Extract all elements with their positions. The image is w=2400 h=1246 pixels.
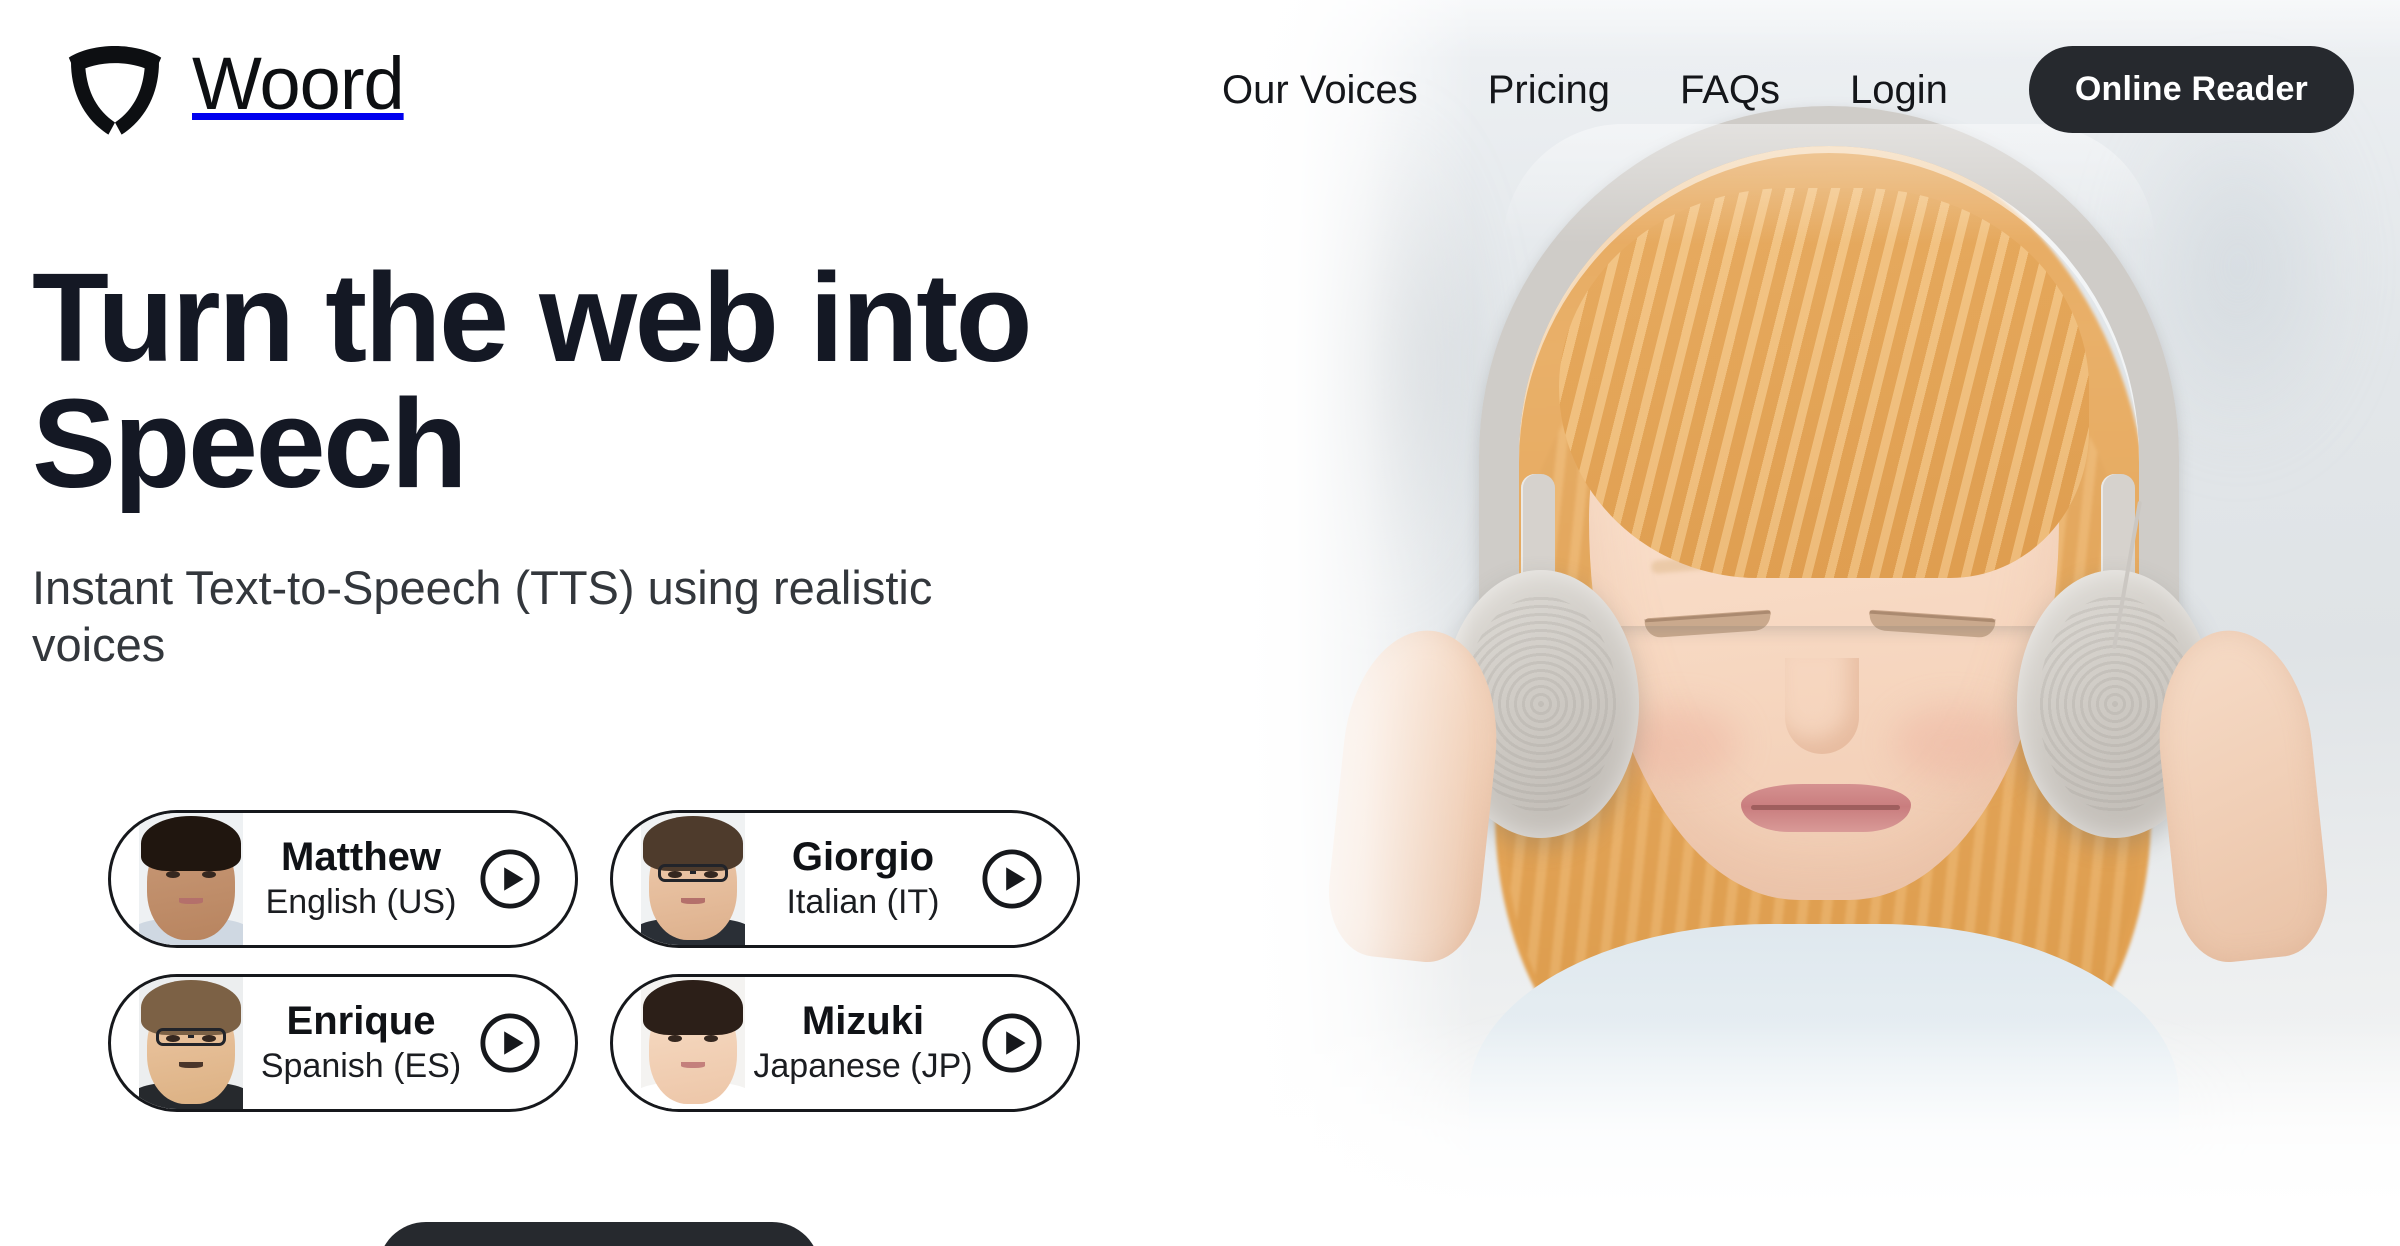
play-circle-icon[interactable]	[981, 848, 1043, 910]
voice-card-enrique[interactable]: Enrique Spanish (ES)	[108, 974, 578, 1112]
voice-info: Enrique Spanish (ES)	[243, 999, 479, 1087]
hero-content: Turn the web into Speech Instant Text-to…	[32, 255, 1182, 674]
nav-link-faqs[interactable]: FAQs	[1645, 57, 1815, 123]
hero-subtitle: Instant Text-to-Speech (TTS) using reali…	[32, 561, 933, 672]
main-navigation: Our Voices Pricing FAQs Login Online Rea…	[1187, 46, 2354, 133]
voice-name: Matthew	[281, 835, 441, 880]
nav-link-login[interactable]: Login	[1815, 57, 1983, 123]
page-title: Turn the web into Speech	[32, 247, 1033, 514]
avatar	[139, 977, 243, 1109]
brand-name: Woord	[192, 42, 405, 125]
voice-name: Enrique	[286, 999, 436, 1044]
voice-card-mizuki[interactable]: Mizuki Japanese (JP)	[610, 974, 1080, 1112]
voice-card-giorgio[interactable]: Giorgio Italian (IT)	[610, 810, 1080, 948]
hero-photo	[1245, 0, 2400, 1210]
voice-card-matthew[interactable]: Matthew English (US)	[108, 810, 578, 948]
online-reader-button[interactable]: Online Reader	[2028, 46, 2354, 133]
landing-page: Woord Our Voices Pricing FAQs Login Onli…	[0, 0, 2400, 1246]
nav-link-our-voices[interactable]: Our Voices	[1187, 57, 1453, 123]
primary-cta-button[interactable]	[378, 1222, 820, 1246]
nose	[1785, 658, 1859, 754]
voice-info: Mizuki Japanese (JP)	[745, 999, 981, 1087]
avatar	[641, 977, 745, 1109]
play-circle-icon[interactable]	[981, 1012, 1043, 1074]
play-circle-icon[interactable]	[479, 848, 541, 910]
hero-image	[1245, 0, 2400, 1210]
voice-info: Matthew English (US)	[243, 835, 479, 923]
cheek-right	[1892, 706, 2013, 780]
glasses-icon	[155, 1027, 227, 1046]
brand-logo[interactable]: Woord	[60, 28, 405, 140]
shield-logo-icon	[68, 46, 162, 135]
hero-bottom-spacer	[1245, 1200, 2400, 1246]
avatar	[641, 813, 745, 945]
nav-link-pricing[interactable]: Pricing	[1453, 57, 1645, 123]
site-header: Woord Our Voices Pricing FAQs Login Onli…	[0, 0, 2400, 140]
headphone-band	[1478, 106, 2179, 626]
voice-sample-list: Matthew English (US) Giorgio Italian (IT…	[108, 810, 1138, 1112]
play-circle-icon[interactable]	[479, 1012, 541, 1074]
voice-language: Japanese (JP)	[753, 1047, 973, 1085]
voice-language: Italian (IT)	[786, 883, 940, 921]
hero-fade-bottom	[1245, 1020, 2400, 1210]
voice-info: Giorgio Italian (IT)	[745, 835, 981, 923]
voice-name: Giorgio	[791, 835, 935, 880]
voice-language: English (US)	[265, 883, 457, 921]
avatar	[139, 813, 243, 945]
voice-language: Spanish (ES)	[260, 1047, 462, 1085]
glasses-icon	[657, 863, 729, 882]
mouth	[1740, 784, 1911, 832]
voice-name: Mizuki	[801, 999, 925, 1044]
